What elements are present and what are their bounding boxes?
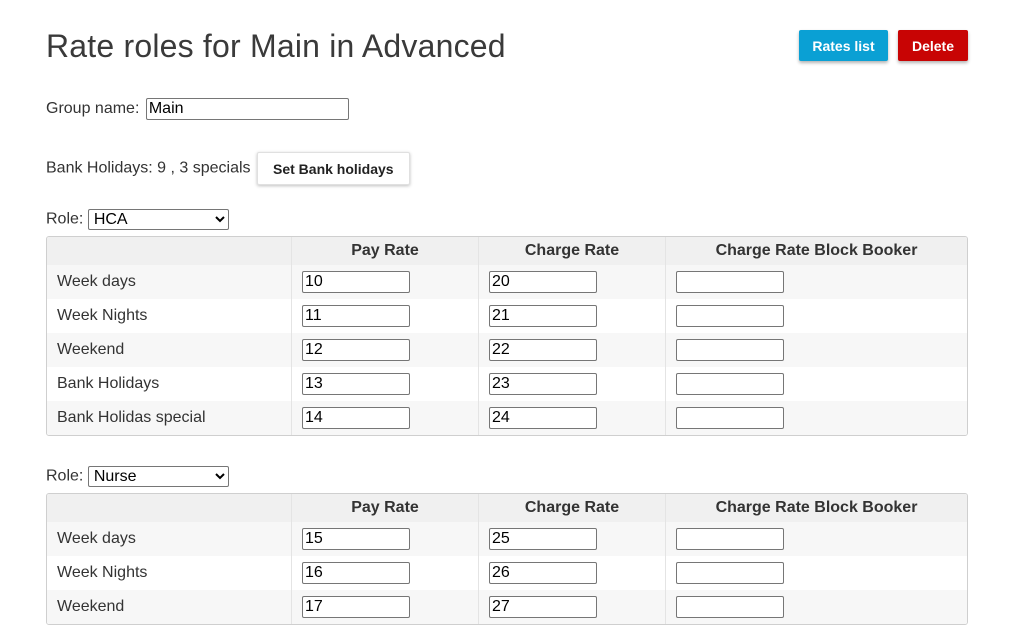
- rate-table: Pay Rate Charge Rate Charge Rate Block B…: [46, 493, 968, 625]
- pay-rate-input[interactable]: [302, 596, 410, 618]
- charge-rate-input[interactable]: [489, 407, 597, 429]
- table-row: Week Nights: [47, 556, 967, 590]
- pay-rate-input[interactable]: [302, 562, 410, 584]
- block-booker-rate-input[interactable]: [676, 562, 784, 584]
- header-empty: [47, 494, 291, 522]
- block-booker-rate-input[interactable]: [676, 528, 784, 550]
- table-row: Week Nights: [47, 299, 967, 333]
- block-booker-rate-input[interactable]: [676, 305, 784, 327]
- group-name-label: Group name:: [46, 100, 140, 117]
- table-row: Bank Holidays: [47, 367, 967, 401]
- set-bank-holidays-button[interactable]: Set Bank holidays: [257, 152, 410, 185]
- role-block-nurse: Role: Nurse Pay Rate Charge Rate Charge …: [46, 466, 968, 625]
- bank-holidays-text: Bank Holidays: 9 , 3 specials: [46, 159, 251, 177]
- rate-type-label: Week Nights: [47, 556, 291, 590]
- header-pay-rate: Pay Rate: [291, 237, 478, 265]
- group-name-row: Group name:: [46, 98, 349, 120]
- pay-rate-input[interactable]: [302, 305, 410, 327]
- header-charge-rate-block-booker: Charge Rate Block Booker: [665, 494, 967, 522]
- role-line: Role: Nurse: [46, 466, 968, 488]
- header-pay-rate: Pay Rate: [291, 494, 478, 522]
- pay-rate-input[interactable]: [302, 373, 410, 395]
- rate-type-label: Week days: [47, 265, 291, 299]
- header-charge-rate-block-booker: Charge Rate Block Booker: [665, 237, 967, 265]
- pay-rate-input[interactable]: [302, 528, 410, 550]
- header-charge-rate: Charge Rate: [478, 494, 665, 522]
- rate-type-label: Weekend: [47, 590, 291, 624]
- block-booker-rate-input[interactable]: [676, 271, 784, 293]
- header-charge-rate: Charge Rate: [478, 237, 665, 265]
- block-booker-rate-input[interactable]: [676, 407, 784, 429]
- pay-rate-input[interactable]: [302, 271, 410, 293]
- header-empty: [47, 237, 291, 265]
- bank-holidays-row: Bank Holidays: 9 , 3 specials Set Bank h…: [46, 152, 410, 185]
- group-name-input[interactable]: [145, 98, 349, 120]
- table-row: Weekend: [47, 590, 967, 624]
- role-label: Role:: [46, 467, 84, 485]
- pay-rate-input[interactable]: [302, 339, 410, 361]
- rate-type-label: Weekend: [47, 333, 291, 367]
- charge-rate-input[interactable]: [489, 562, 597, 584]
- rate-type-label: Week days: [47, 522, 291, 556]
- table-row: Week days: [47, 522, 967, 556]
- role-line: Role: HCA: [46, 209, 968, 231]
- table-row: Weekend: [47, 333, 967, 367]
- role-select[interactable]: HCA: [87, 209, 229, 230]
- charge-rate-input[interactable]: [489, 271, 597, 293]
- charge-rate-input[interactable]: [489, 596, 597, 618]
- pay-rate-input[interactable]: [302, 407, 410, 429]
- page-title: Rate roles for Main in Advanced: [46, 28, 506, 64]
- rate-type-label: Week Nights: [47, 299, 291, 333]
- delete-button[interactable]: Delete: [898, 30, 968, 61]
- role-label: Role:: [46, 210, 84, 228]
- rate-type-label: Bank Holidays: [47, 367, 291, 401]
- role-block-hca: Role: HCA Pay Rate Charge Rate Charge Ra…: [46, 209, 968, 436]
- charge-rate-input[interactable]: [489, 305, 597, 327]
- block-booker-rate-input[interactable]: [676, 339, 784, 361]
- charge-rate-input[interactable]: [489, 339, 597, 361]
- table-header-row: Pay Rate Charge Rate Charge Rate Block B…: [47, 494, 967, 522]
- table-header-row: Pay Rate Charge Rate Charge Rate Block B…: [47, 237, 967, 265]
- rate-type-label: Bank Holidas special: [47, 401, 291, 435]
- block-booker-rate-input[interactable]: [676, 596, 784, 618]
- charge-rate-input[interactable]: [489, 373, 597, 395]
- table-row: Week days: [47, 265, 967, 299]
- charge-rate-input[interactable]: [489, 528, 597, 550]
- role-select[interactable]: Nurse: [87, 466, 229, 487]
- rate-table: Pay Rate Charge Rate Charge Rate Block B…: [46, 236, 968, 436]
- rates-list-button[interactable]: Rates list: [799, 30, 888, 61]
- block-booker-rate-input[interactable]: [676, 373, 784, 395]
- table-row: Bank Holidas special: [47, 401, 967, 435]
